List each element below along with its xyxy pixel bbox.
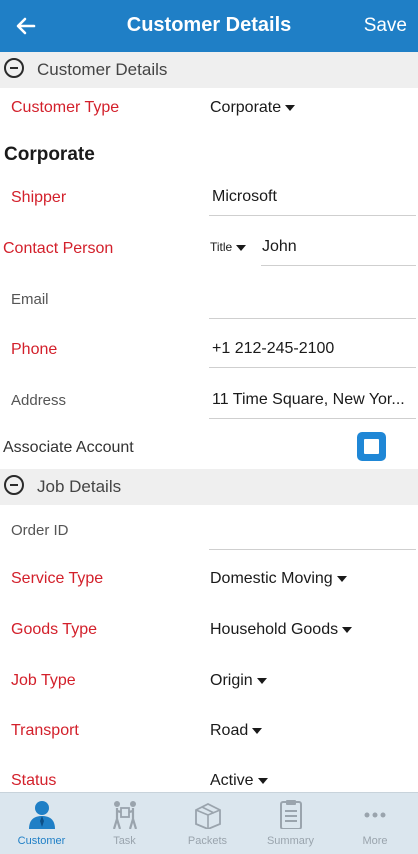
service-type-label: Service Type [11,570,104,587]
caret-down-icon [342,626,353,633]
order-id-underline [209,549,416,550]
caret-down-icon [257,777,268,784]
service-type-value: Domestic Moving [210,570,333,587]
transport-label: Transport [11,722,79,739]
bottom-tab-bar: Customer Task Packets Summary More [0,792,418,854]
tab-packets[interactable]: Packets [166,793,249,854]
caret-down-icon [336,575,347,582]
shipper-label: Shipper [11,189,67,206]
collapse-icon[interactable] [4,58,24,78]
tab-task[interactable]: Task [83,793,166,854]
status-label: Status [11,772,57,789]
goods-type-label: Goods Type [11,621,97,638]
status-value: Active [210,772,254,789]
section-title: Job Details [37,477,122,496]
email-label: Email [11,291,49,308]
caret-down-icon [285,104,296,111]
section-header-job[interactable]: Job Details [0,469,418,505]
group-heading: Corporate [4,144,95,165]
top-bar: Customer Details Save [0,0,418,52]
goods-type-value: Household Goods [210,621,339,638]
phone-label: Phone [11,341,58,358]
phone-field[interactable]: +1 212-245-2100 [212,340,334,358]
email-underline [209,318,416,319]
title-select[interactable]: Title [210,240,247,254]
phone-underline [209,367,416,368]
shipper-underline [209,215,416,216]
service-type-select[interactable]: Domestic Moving [210,570,347,588]
caret-down-icon [256,677,267,684]
goods-type-select[interactable]: Household Goods [210,621,353,639]
more-dots-icon [364,812,386,818]
tab-label: Customer [17,835,66,847]
associate-account-checkbox[interactable] [357,432,386,461]
address-label: Address [11,392,67,409]
save-button[interactable]: Save [364,15,407,37]
transport-select[interactable]: Road [210,722,263,740]
contact-underline [261,265,416,266]
address-field[interactable]: 11 Time Square, New Yor... [212,391,405,409]
customer-type-select[interactable]: Corporate [210,99,296,117]
caret-down-icon [236,244,247,251]
box-icon [194,802,221,829]
contact-person-label: Contact Person [3,240,114,257]
tab-label: Summary [266,835,315,847]
tab-summary[interactable]: Summary [249,793,332,854]
person-icon [28,801,55,829]
contact-name-field[interactable]: John [262,238,297,256]
tab-label: Packets [187,835,228,847]
clipboard-icon [279,800,302,829]
section-header-customer[interactable]: Customer Details [0,52,418,88]
collapse-icon[interactable] [4,475,24,495]
tab-more[interactable]: More [332,793,418,854]
job-type-label: Job Type [11,672,76,689]
title-value: Title [210,240,233,254]
order-id-label: Order ID [11,522,69,539]
caret-down-icon [252,727,263,734]
job-type-select[interactable]: Origin [210,672,267,690]
customer-type-label: Customer Type [11,99,120,116]
shipper-field[interactable]: Microsoft [212,188,277,206]
associate-account-label: Associate Account [3,439,134,456]
movers-icon [112,801,137,829]
job-type-value: Origin [210,672,253,689]
tab-label: More [362,835,388,847]
address-underline [209,418,416,419]
status-select[interactable]: Active [210,772,268,790]
page-title: Customer Details [126,14,292,36]
transport-value: Road [210,722,249,739]
tab-customer[interactable]: Customer [0,793,83,854]
customer-type-value: Corporate [210,99,282,116]
tab-label: Task [113,835,136,847]
section-title: Customer Details [37,60,168,79]
